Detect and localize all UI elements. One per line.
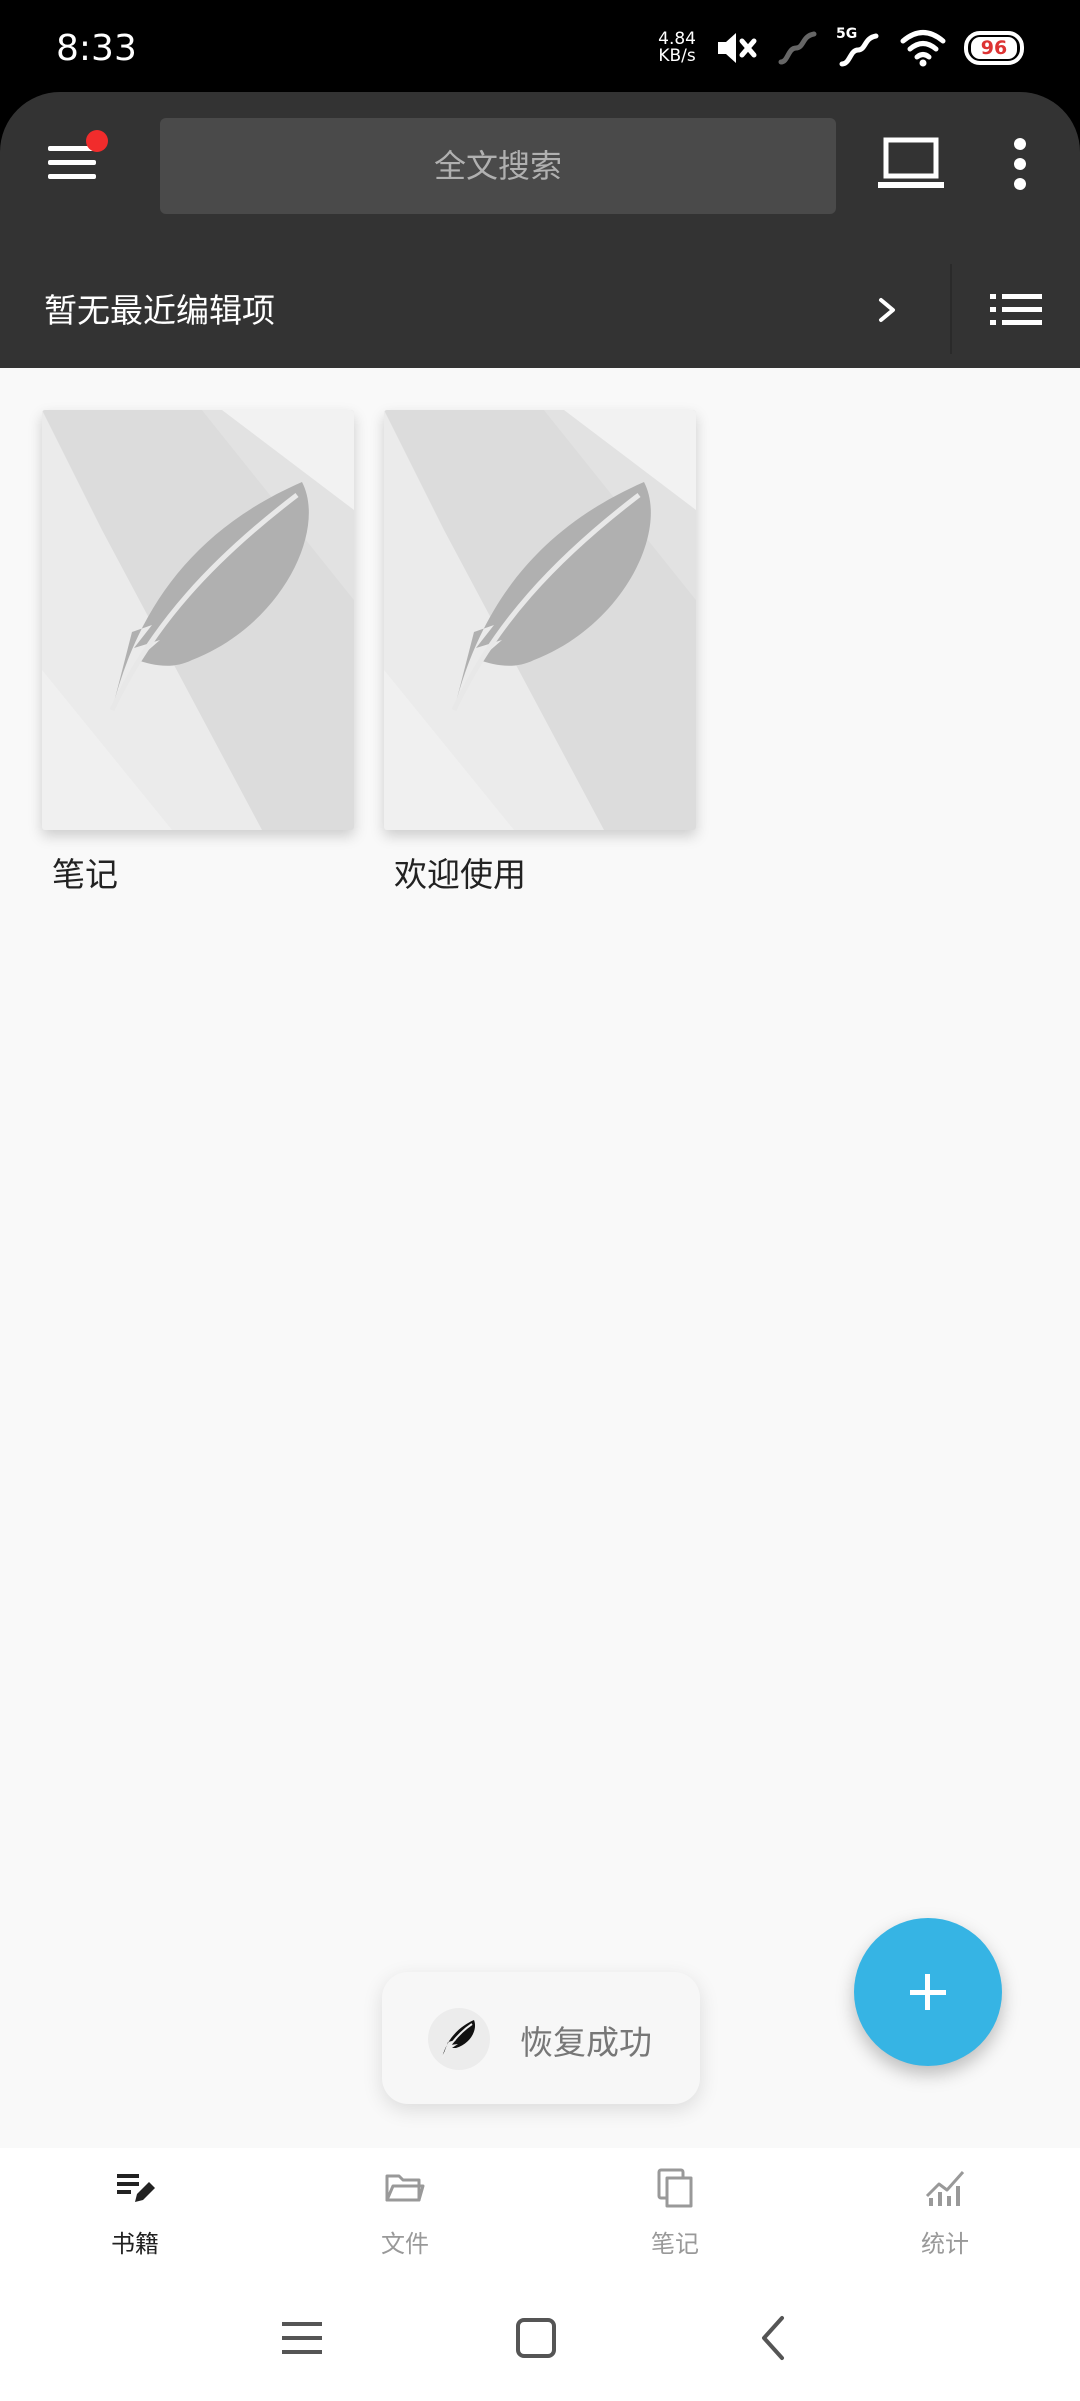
network-speed: 4.84 KB/s — [658, 31, 696, 65]
tab-books-label: 书籍 — [111, 2230, 159, 2258]
recent-edits-label: 暂无最近编辑项 — [44, 291, 275, 330]
toast-message: 恢复成功 — [382, 1972, 700, 2104]
bottom-navigation: 书籍 文件 笔记 统计 — [0, 2148, 1080, 2274]
book-item[interactable]: 笔记 — [42, 410, 354, 896]
feather-icon — [42, 410, 354, 830]
book-cover[interactable] — [42, 410, 354, 830]
tab-stats[interactable]: 统计 — [810, 2148, 1080, 2274]
status-time: 8:33 — [56, 28, 137, 69]
header-panel: 全文搜索 暂无最近编辑项 — [0, 92, 1080, 368]
signal-sim1-icon — [778, 31, 817, 65]
add-button[interactable] — [854, 1918, 1002, 2066]
book-title: 笔记 — [52, 855, 118, 894]
search-input[interactable]: 全文搜索 — [160, 118, 836, 214]
stats-icon — [925, 2171, 965, 2206]
more-options-button[interactable] — [1006, 136, 1036, 192]
feather-icon — [384, 410, 696, 830]
feather-icon — [441, 2020, 476, 2059]
back-icon[interactable] — [754, 2314, 794, 2362]
chevron-right-icon[interactable] — [868, 282, 908, 338]
wifi-icon — [900, 30, 946, 67]
laptop-button[interactable] — [876, 132, 946, 196]
signal-sim2: 5G — [836, 26, 882, 70]
book-item[interactable]: 欢迎使用 — [384, 410, 696, 896]
books-edit-icon — [117, 2174, 155, 2202]
battery-icon: 96 — [964, 31, 1024, 65]
recent-edits-row[interactable]: 暂无最近编辑项 — [0, 256, 1080, 368]
recent-apps-icon[interactable] — [280, 2318, 324, 2358]
toast-text: 恢复成功 — [520, 2023, 652, 2062]
network-speed-unit: KB/s — [658, 46, 696, 66]
battery-level: 96 — [971, 37, 1017, 59]
app-logo — [428, 2008, 490, 2070]
system-navigation-bar — [0, 2274, 1080, 2401]
home-icon[interactable] — [514, 2316, 558, 2360]
mute-icon — [718, 33, 757, 63]
laptop-icon — [878, 137, 944, 188]
tab-files[interactable]: 文件 — [270, 2148, 540, 2274]
status-icons: 4.84 KB/s 5G 96 — [658, 22, 1024, 74]
folder-icon — [385, 2174, 425, 2202]
notes-icon — [657, 2168, 693, 2208]
book-title: 欢迎使用 — [394, 855, 526, 894]
signal-sim2-icon — [839, 33, 879, 67]
list-view-icon[interactable] — [990, 284, 1042, 336]
app-header: 全文搜索 暂无最近编辑项 — [0, 92, 1080, 368]
menu-button[interactable] — [44, 130, 108, 192]
header-divider — [950, 264, 952, 354]
tab-notes-label: 笔记 — [651, 2230, 699, 2258]
status-bar: 8:33 4.84 KB/s 5G 96 — [0, 0, 1080, 92]
tab-notes[interactable]: 笔记 — [540, 2148, 810, 2274]
tab-stats-label: 统计 — [921, 2230, 969, 2258]
tab-books[interactable]: 书籍 — [0, 2148, 270, 2274]
book-cover[interactable] — [384, 410, 696, 830]
notification-dot — [86, 130, 108, 152]
tab-files-label: 文件 — [381, 2230, 429, 2258]
